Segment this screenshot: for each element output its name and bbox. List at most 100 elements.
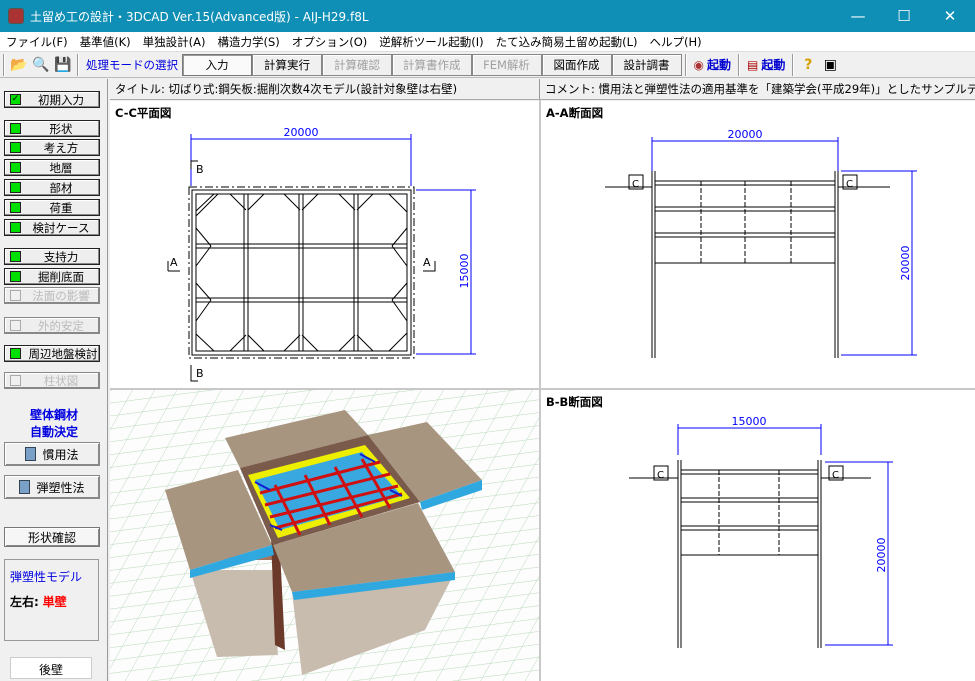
shape-check-button[interactable]: 形状確認 <box>4 527 100 547</box>
elastoplastic-method-button[interactable]: 弾塑性法 <box>4 475 100 499</box>
member-button[interactable]: 部材 <box>4 179 100 196</box>
status-indicator-icon <box>10 320 21 331</box>
mode-fem-button[interactable]: FEM解析 <box>471 53 542 76</box>
button-label: 周辺地盤検討 <box>28 346 98 361</box>
mode-design-record-button[interactable]: 設計調書 <box>611 53 682 76</box>
button-label: 地層 <box>49 160 73 175</box>
section-a-width-dim: 20000 <box>728 128 763 141</box>
save-icon[interactable]: 💾 <box>52 54 74 76</box>
status-indicator-icon <box>10 162 21 173</box>
auto-decide-label: 壁体鋼材 自動決定 <box>0 407 108 441</box>
launch-button-2[interactable]: ▤ 起動 <box>743 56 789 73</box>
bearing-button[interactable]: 支持力 <box>4 248 100 265</box>
strata-button[interactable]: 地層 <box>4 159 100 176</box>
section-c-marker-right: C <box>846 179 853 190</box>
model-label: 弾塑性モデル <box>10 570 83 584</box>
button-label: 慣用法 <box>42 447 79 462</box>
initial-input-button[interactable]: ✓ 初期入力 <box>4 91 100 108</box>
menu-simple-shoring[interactable]: たて込み簡易土留め起動(L) <box>490 34 644 50</box>
launch-button-1[interactable]: ◉ 起動 <box>690 56 736 73</box>
check-indicator-icon: ✓ <box>10 94 21 105</box>
plan-height-dim: 15000 <box>458 254 471 289</box>
status-indicator-icon <box>10 290 21 301</box>
menu-single-design[interactable]: 単独設計(A) <box>137 34 212 50</box>
surrounding-ground-button[interactable]: 周辺地盤検討 <box>4 345 100 362</box>
shape-button[interactable]: 形状 <box>4 120 100 137</box>
vertical-splitter[interactable] <box>539 100 541 681</box>
mode-calc-button[interactable]: 計算実行 <box>252 53 322 76</box>
3d-view-pane[interactable] <box>110 390 539 681</box>
menu-standards[interactable]: 基準値(K) <box>74 34 137 50</box>
menu-options[interactable]: オプション(O) <box>286 34 374 50</box>
lr-value: 単壁 <box>42 595 67 609</box>
button-label: 外的安定 <box>38 318 84 333</box>
button-label: 荷重 <box>49 200 73 215</box>
external-stability-button[interactable]: 外的安定 <box>4 317 100 334</box>
open-folder-icon[interactable]: 📂 <box>8 54 30 76</box>
section-b-title: B-B断面図 <box>546 395 603 409</box>
button-label: 考え方 <box>43 140 79 155</box>
menu-inverse-tool[interactable]: 逆解析ツール起動(I) <box>373 34 489 50</box>
minimize-button[interactable]: — <box>835 0 881 32</box>
section-c-marker-left: C <box>632 179 639 190</box>
load-button[interactable]: 荷重 <box>4 199 100 216</box>
status-indicator-icon <box>10 222 21 233</box>
button-label: 掘削底面 <box>38 269 84 284</box>
preview-icon[interactable]: 🔍 <box>30 54 52 76</box>
button-label: 形状 <box>49 121 73 136</box>
section-b-marker-top: B <box>196 163 204 176</box>
maximize-button[interactable]: ☐ <box>881 0 927 32</box>
button-label: 部材 <box>49 180 73 195</box>
approach-button[interactable]: 考え方 <box>4 139 100 156</box>
column-chart-button[interactable]: 柱状図 <box>4 372 100 389</box>
button-label: 法面の影響 <box>32 288 90 303</box>
conventional-method-button[interactable]: 慣用法 <box>4 442 100 466</box>
mode-drawing-button[interactable]: 図面作成 <box>541 53 612 76</box>
model-comment: コメント: 慣用法と弾塑性法の適用基準を「建築学会(平成29年)」としたサンプル… <box>545 82 975 96</box>
status-indicator-icon <box>10 182 21 193</box>
menu-bar: ファイル(F) 基準値(K) 単独設計(A) 構造力学(S) オプション(O) … <box>0 32 975 51</box>
mode-report-button[interactable]: 計算書作成 <box>392 53 472 76</box>
status-indicator-icon <box>10 348 21 359</box>
plan-drawing: 20000 15000 B B A A <box>167 126 476 382</box>
section-a-pane[interactable]: A-A断面図 20000 20000 C C <box>541 101 975 388</box>
window-title: 土留め工の設計・3DCAD Ver.15(Advanced版) - AIJ-H2… <box>30 9 369 24</box>
case-button[interactable]: 検討ケース <box>4 219 100 236</box>
section-a-title: A-A断面図 <box>546 106 604 120</box>
menu-help[interactable]: ヘルプ(H) <box>644 34 708 50</box>
menu-structural[interactable]: 構造力学(S) <box>211 34 285 50</box>
lr-label: 左右: <box>10 595 39 609</box>
button-label: 検討ケース <box>32 220 90 235</box>
plan-view-pane[interactable]: C-C平面図 20000 15000 B B A A <box>110 101 539 388</box>
app-icon <box>8 8 24 24</box>
help-icon[interactable]: ? <box>797 54 819 76</box>
sidebar: ✓ 初期入力 形状 考え方 地層 部材 荷重 検討ケース 支持力 掘削底面 法面の… <box>0 79 108 681</box>
close-button[interactable]: ✕ <box>927 0 973 32</box>
3d-model-view[interactable] <box>110 390 539 681</box>
auto-title-1: 壁体鋼材 <box>29 408 78 422</box>
excavation-bottom-button[interactable]: 掘削底面 <box>4 268 100 285</box>
section-b-pane[interactable]: B-B断面図 15000 20000 C C <box>541 390 975 681</box>
mode-calc-check-button[interactable]: 計算確認 <box>322 53 392 76</box>
status-indicator-icon <box>10 271 21 282</box>
button-label: 支持力 <box>43 249 79 264</box>
calculator-icon <box>25 447 37 461</box>
section-c-marker-left: C <box>657 470 664 481</box>
button-label: 初期入力 <box>38 92 84 107</box>
status-indicator-icon <box>10 202 21 213</box>
horizontal-splitter[interactable] <box>110 388 975 390</box>
section-a-height-dim: 20000 <box>899 246 912 281</box>
mode-select-label: 処理モードの選択 <box>86 57 178 72</box>
mode-input-button[interactable]: 入力 <box>182 53 252 76</box>
model-info-box: 弾塑性モデル 左右: 単壁 <box>4 559 99 641</box>
status-indicator-icon <box>10 375 21 386</box>
menu-file[interactable]: ファイル(F) <box>0 34 74 50</box>
auto-title-2: 自動決定 <box>29 425 78 439</box>
model-title: タイトル: 切ばり式:鋼矢板:掘削次数4次モデル(設計対象壁は右壁) <box>110 79 540 99</box>
slope-effect-button[interactable]: 法面の影響 <box>4 287 100 304</box>
info-bar: タイトル: 切ばり式:鋼矢板:掘削次数4次モデル(設計対象壁は右壁) コメント:… <box>110 79 975 100</box>
section-a-marker-right: A <box>423 256 431 269</box>
section-b-drawing: 15000 20000 C C <box>629 415 893 648</box>
back-wall-tab[interactable]: 後壁 <box>10 657 92 679</box>
info-window-icon[interactable]: ▣ <box>819 54 841 76</box>
